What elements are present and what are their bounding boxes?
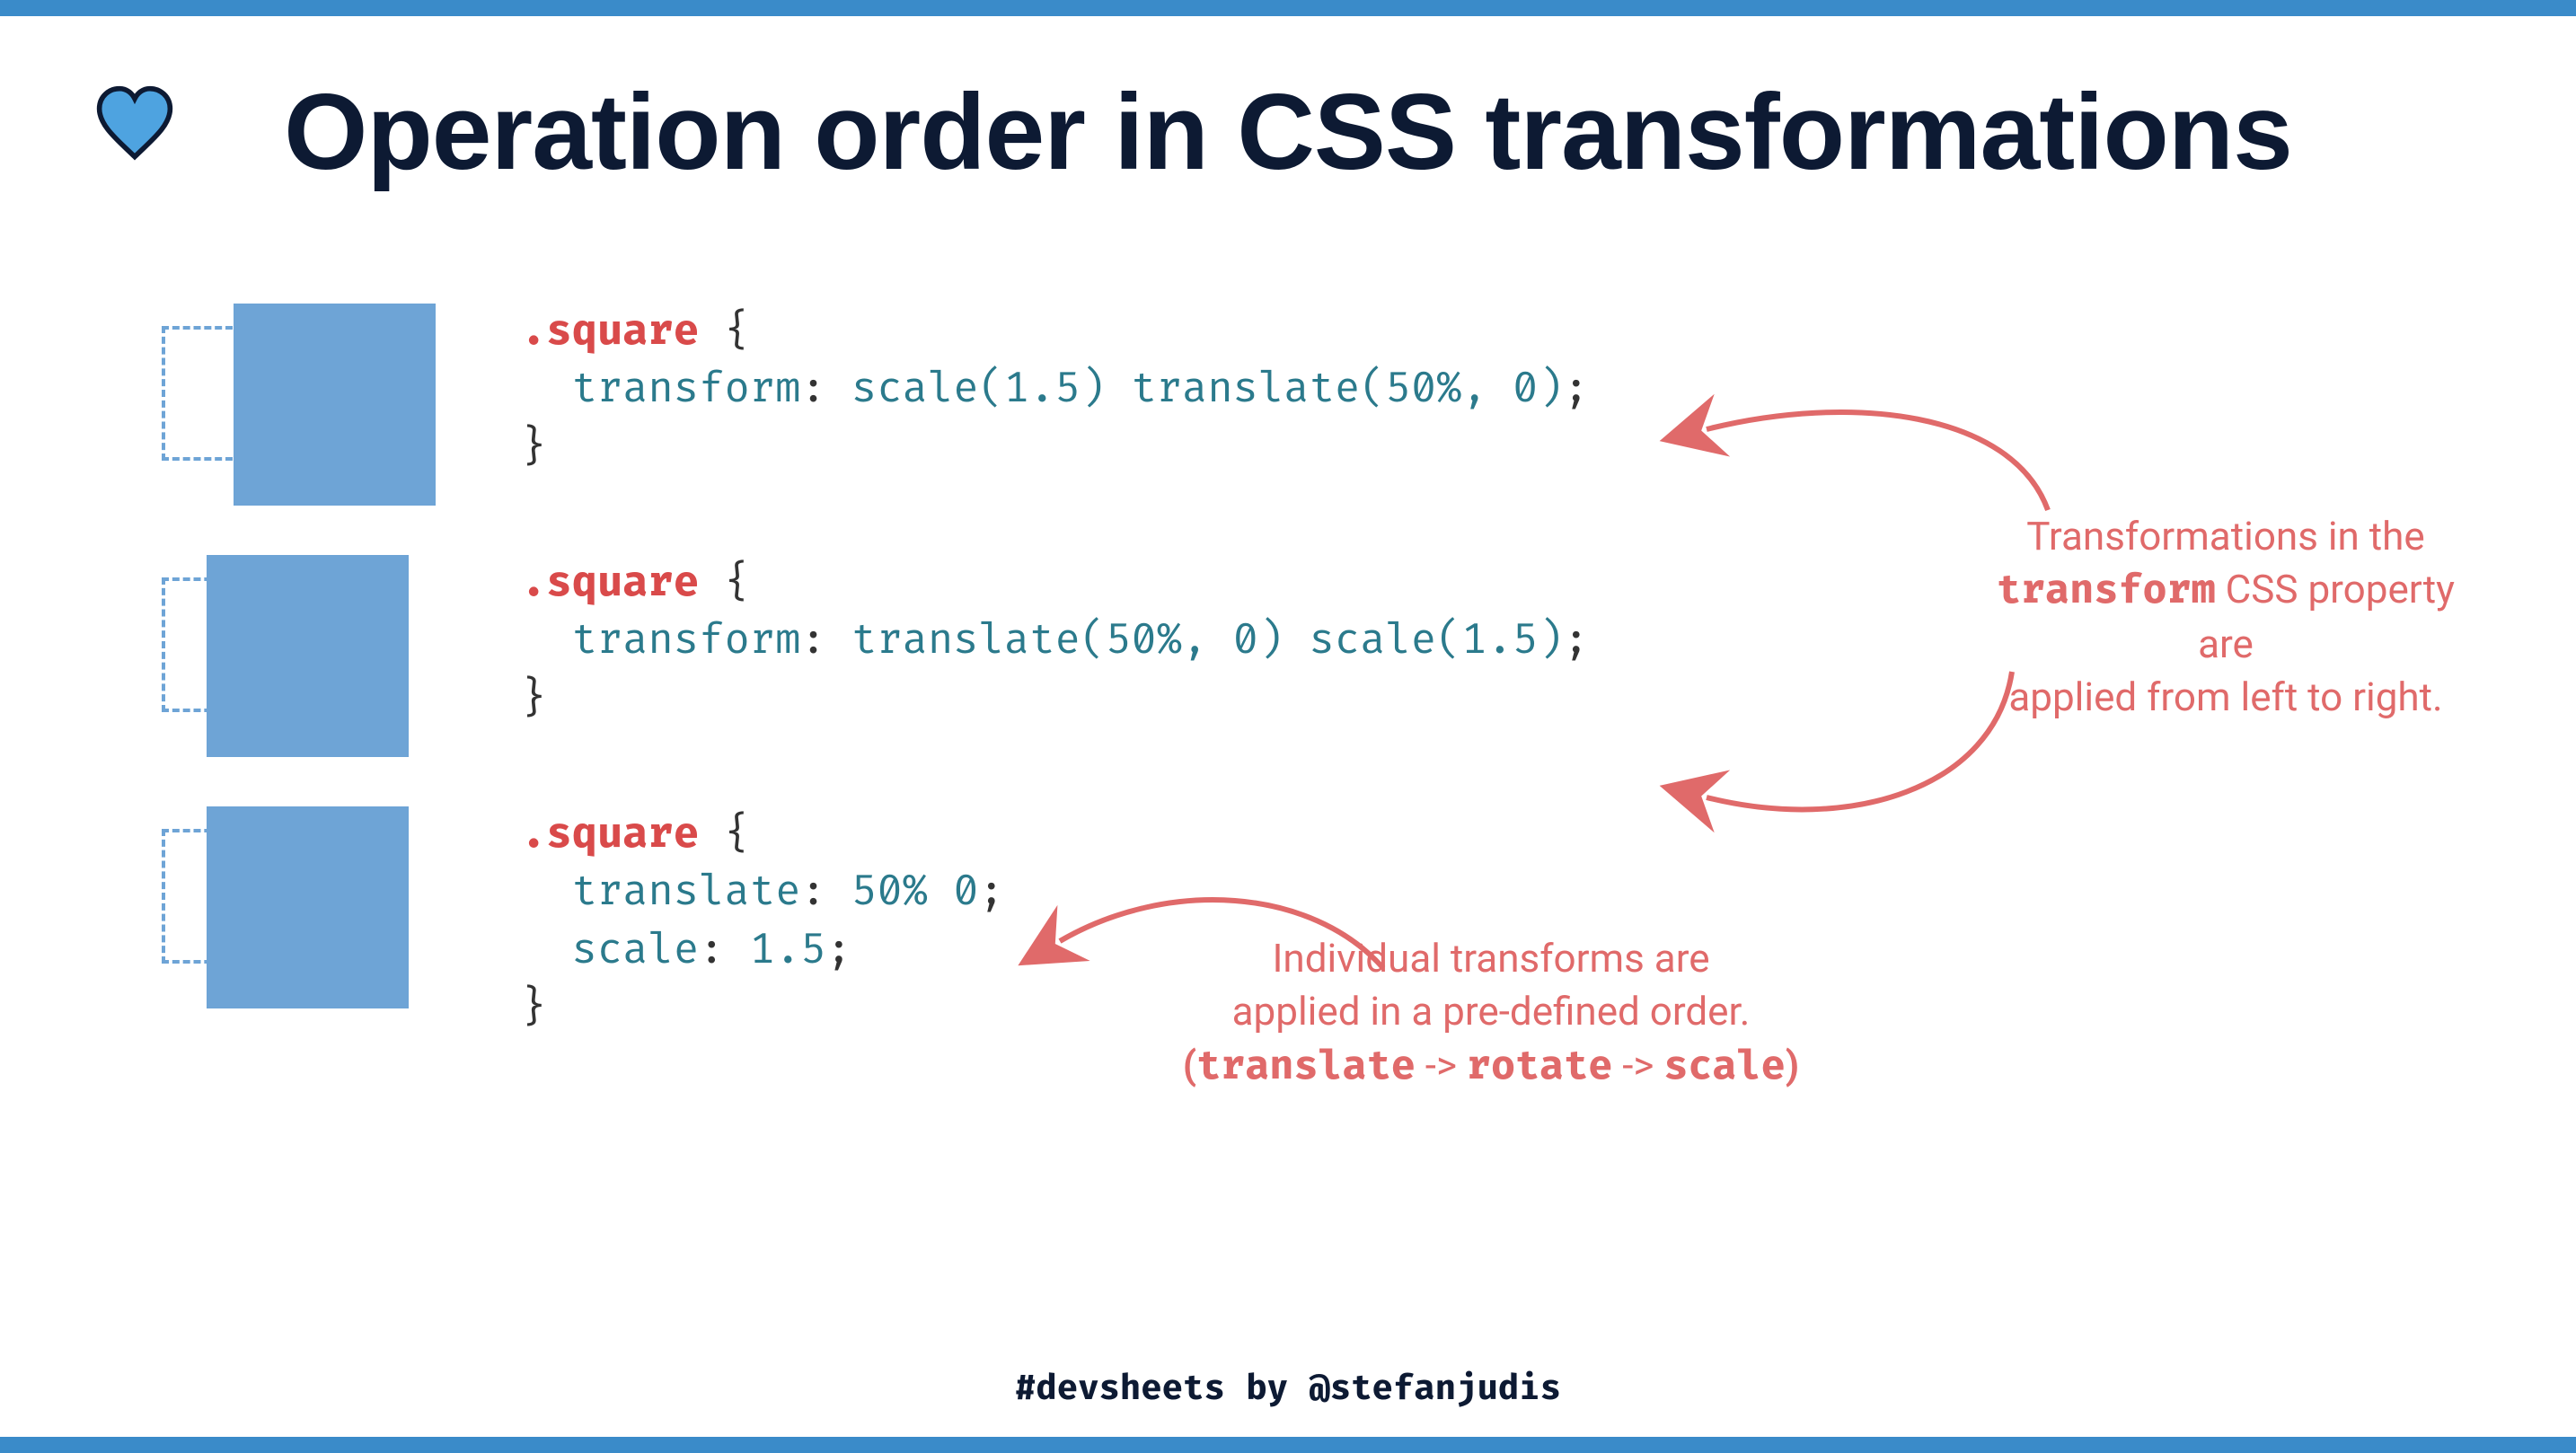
css-property: transform — [572, 365, 801, 415]
css-property: transform — [572, 616, 801, 666]
code-block-3: .square { translate: 50% 0; scale: 1.5; … — [521, 806, 1004, 1038]
arrow-icon — [1689, 384, 2066, 528]
square-transformed — [234, 304, 436, 506]
example-row-1: .square { transform: scale(1.5) translat… — [162, 304, 2407, 483]
annotation-code: transform — [1997, 566, 2216, 615]
square-visual-2 — [162, 555, 413, 735]
annotation-arrow: -> — [1416, 1042, 1467, 1088]
css-value-part: scale(1.5) — [851, 365, 1106, 415]
annotation-text: applied in a pre-defined order. — [1232, 988, 1751, 1035]
square-visual-1 — [162, 304, 413, 483]
annotation-paren: ( — [1183, 1042, 1196, 1088]
css-value: 1.5 — [750, 926, 826, 976]
annotation-paren: ) — [1786, 1042, 1799, 1088]
annotation-transform-order: Transformations in the transform CSS pro… — [1974, 510, 2477, 725]
page-title: Operation order in CSS transformations — [0, 70, 2576, 194]
heart-icon — [94, 84, 175, 164]
annotation-text: CSS property are — [2198, 566, 2455, 666]
css-selector: .square — [521, 810, 699, 860]
footer-handle: @stefanjudis — [1309, 1368, 1561, 1410]
arrow-icon — [1689, 663, 2030, 842]
css-property: translate — [572, 867, 801, 918]
css-selector: .square — [521, 559, 699, 609]
code-block-2: .square { transform: translate(50%, 0) s… — [521, 555, 1589, 728]
annotation-code: rotate — [1467, 1042, 1612, 1091]
code-block-1: .square { transform: scale(1.5) translat… — [521, 304, 1589, 477]
arrow-icon — [1042, 878, 1401, 995]
footer-credit: #devsheets by @stefanjudis — [0, 1368, 2576, 1410]
devsheet-page: Operation order in CSS transformations .… — [0, 0, 2576, 1453]
annotation-arrow: -> — [1612, 1042, 1663, 1088]
annotation-text: Transformations in the — [2026, 513, 2424, 559]
footer-by: by — [1225, 1368, 1310, 1410]
css-value-part: scale(1.5) — [1310, 616, 1564, 666]
square-transformed — [207, 806, 409, 1008]
annotation-code: scale — [1663, 1042, 1785, 1091]
css-property: scale — [572, 926, 700, 976]
annotation-code: translate — [1196, 1042, 1416, 1091]
css-value: 50% 0 — [851, 867, 979, 918]
square-transformed — [207, 555, 409, 757]
css-selector: .square — [521, 307, 699, 357]
square-visual-3 — [162, 806, 413, 986]
css-value-part: translate(50%, 0) — [851, 616, 1284, 666]
css-value-part: translate(50%, 0) — [1131, 365, 1563, 415]
annotation-text: applied from left to right. — [2008, 674, 2442, 720]
footer-hashtag: #devsheets — [1015, 1368, 1225, 1410]
